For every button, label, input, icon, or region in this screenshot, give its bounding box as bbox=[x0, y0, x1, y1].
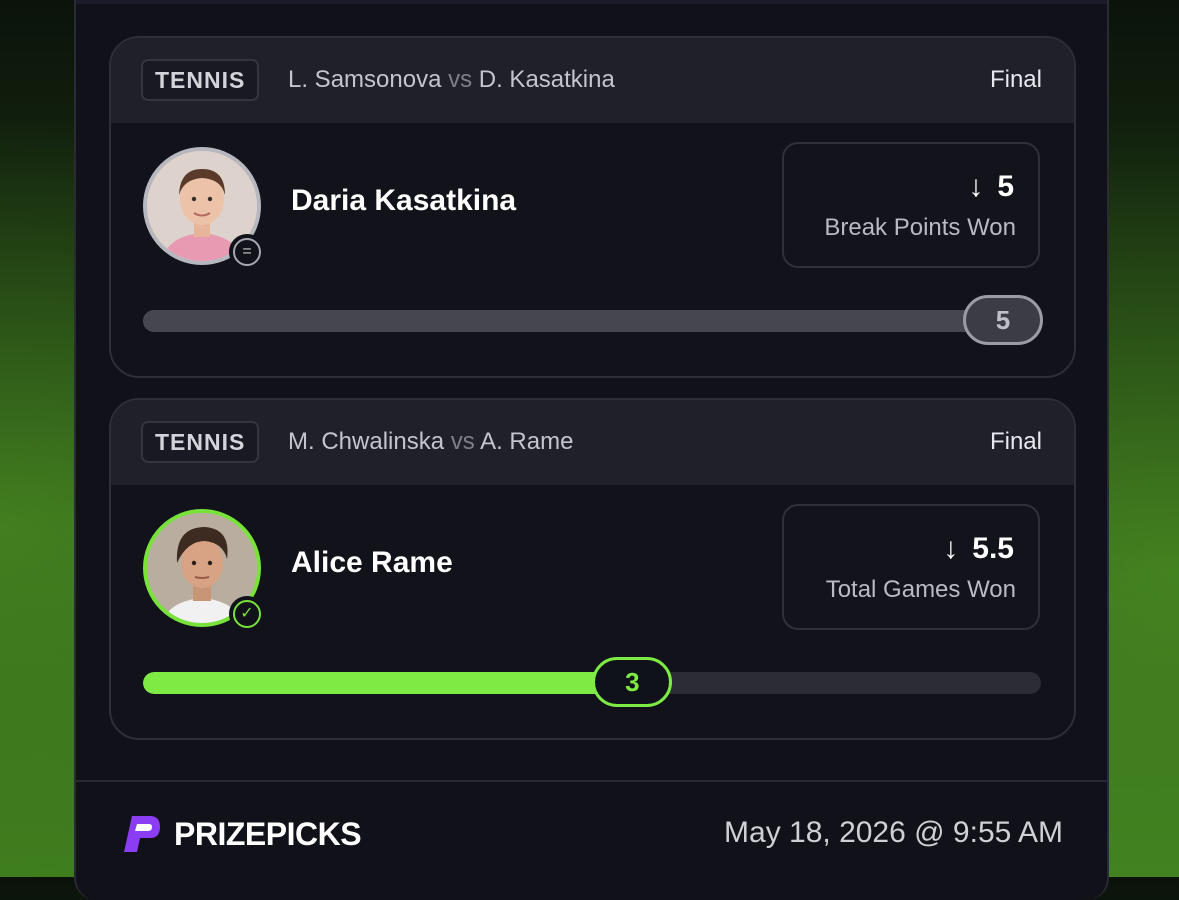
equals-icon: = bbox=[229, 234, 265, 270]
progress-track bbox=[143, 310, 1041, 332]
stat-line-value: 5.5 bbox=[972, 532, 1014, 565]
player-two: D. Kasatkina bbox=[478, 66, 615, 93]
matchup: L. Samsonova vs D. Kasatkina bbox=[288, 66, 615, 94]
game-status: Final bbox=[989, 428, 1042, 455]
player-one: M. Chwalinska bbox=[288, 428, 445, 455]
stat-projection: ↓ 5 Break Points Won bbox=[782, 142, 1040, 268]
arrow-down-icon: ↓ bbox=[968, 170, 984, 203]
stat-type-label: Break Points Won bbox=[824, 214, 1016, 241]
matchup: M. Chwalinska vs A. Rame bbox=[288, 428, 573, 456]
player-two: A. Rame bbox=[480, 428, 574, 455]
stat-type-label: Total Games Won bbox=[825, 576, 1016, 603]
player-name: Alice Rame bbox=[291, 546, 453, 579]
versus-label: vs bbox=[448, 66, 473, 93]
pick-card[interactable]: TENNIS L. Samsonova vs D. Kasatkina Fina… bbox=[109, 36, 1076, 378]
progress-value-indicator: 3 bbox=[592, 657, 673, 707]
footer-divider bbox=[76, 780, 1107, 782]
sport-tag: TENNIS bbox=[141, 59, 260, 101]
card-header: TENNIS L. Samsonova vs D. Kasatkina Fina… bbox=[111, 38, 1074, 123]
player-one: L. Samsonova bbox=[288, 66, 442, 93]
game-status: Final bbox=[989, 66, 1042, 93]
timestamp: May 18, 2026 @ 9:55 AM bbox=[724, 816, 1063, 849]
pick-card[interactable]: TENNIS M. Chwalinska vs A. Rame Final ✓ … bbox=[109, 398, 1076, 740]
progress-fill bbox=[143, 672, 633, 694]
stat-projection: ↓ 5.5 Total Games Won bbox=[782, 504, 1040, 630]
prizepicks-logo-icon bbox=[124, 816, 160, 852]
progress-fill bbox=[143, 310, 1041, 332]
pick-results-panel: TENNIS L. Samsonova vs D. Kasatkina Fina… bbox=[74, 0, 1109, 900]
top-edge bbox=[76, 0, 1107, 4]
sport-tag: TENNIS bbox=[141, 421, 260, 463]
player-name: Daria Kasatkina bbox=[291, 184, 517, 217]
arrow-down-icon: ↓ bbox=[943, 532, 959, 565]
versus-label: vs bbox=[450, 428, 475, 455]
stat-line-value: 5 bbox=[997, 170, 1014, 203]
brand-name: PRIZEPICKS bbox=[174, 815, 362, 852]
brand-logo: PRIZEPICKS bbox=[120, 812, 362, 856]
progress-value-indicator: 5 bbox=[963, 295, 1043, 345]
check-icon: ✓ bbox=[229, 596, 265, 632]
card-header: TENNIS M. Chwalinska vs A. Rame Final bbox=[111, 400, 1074, 485]
